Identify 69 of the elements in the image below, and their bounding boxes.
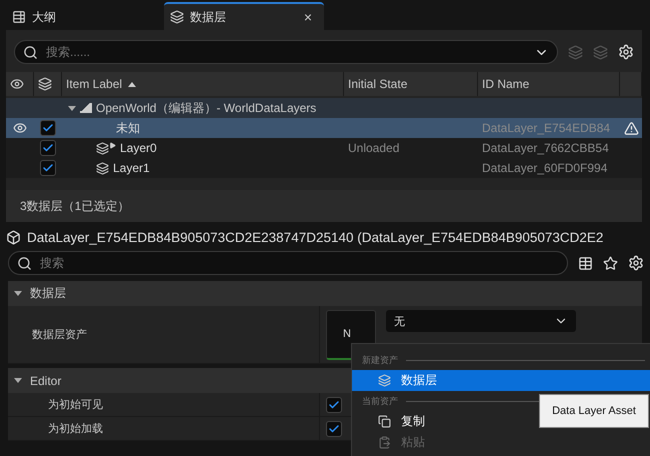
layers-icon bbox=[38, 77, 52, 91]
column-header[interactable]: Initial State bbox=[344, 72, 478, 96]
search-bar[interactable]: 搜索 bbox=[8, 251, 568, 275]
row-label: Layer1 bbox=[113, 161, 150, 175]
layer-row[interactable]: Layer1 DataLayer_60FD0F994 bbox=[6, 158, 642, 178]
paste-icon bbox=[378, 436, 391, 449]
check-icon bbox=[328, 398, 340, 410]
checkbox[interactable] bbox=[40, 120, 56, 136]
check-icon bbox=[42, 122, 54, 134]
warning-icon bbox=[624, 120, 638, 136]
world-row[interactable]: OpenWorld（编辑器）- WorldDataLayers bbox=[6, 98, 642, 118]
menu-item[interactable]: 复制 bbox=[352, 411, 431, 432]
sort-arrow-icon bbox=[128, 82, 136, 86]
check-icon bbox=[42, 162, 54, 174]
category-header[interactable]: 数据层 bbox=[8, 281, 642, 306]
menu-item[interactable]: 数据层 bbox=[352, 370, 650, 391]
checkbox[interactable] bbox=[40, 160, 56, 176]
initial-state: Unloaded bbox=[348, 141, 400, 155]
search-input[interactable]: 搜索...... bbox=[44, 44, 528, 60]
property-label: 数据层资产 bbox=[8, 306, 320, 363]
section-header: 当前资产 bbox=[362, 394, 398, 408]
row-label: Layer0 bbox=[120, 141, 157, 155]
column-header[interactable]: Item Label bbox=[62, 72, 344, 96]
add-layer-icon bbox=[568, 44, 583, 60]
asset-dropdown[interactable]: 无 bbox=[386, 310, 576, 332]
id-name: DataLayer_7662CBB54 bbox=[482, 141, 609, 155]
close-button[interactable]: × bbox=[304, 9, 312, 25]
status-text: 3数据层（1已选定） bbox=[6, 190, 642, 222]
settings-icon bbox=[628, 255, 644, 271]
outline-icon bbox=[12, 10, 26, 24]
search-bar[interactable]: 搜索...... bbox=[14, 40, 558, 64]
cube-icon bbox=[6, 230, 21, 245]
row-label: 未知 bbox=[116, 120, 140, 136]
tab[interactable]: 大纲 bbox=[6, 2, 156, 30]
table-icon bbox=[578, 256, 593, 270]
layers-icon bbox=[96, 162, 109, 174]
layers-play-icon bbox=[96, 142, 116, 154]
checkbox[interactable] bbox=[40, 140, 56, 156]
search-icon bbox=[23, 44, 38, 60]
property-label: 为初始可见 bbox=[8, 393, 320, 416]
settings-icon bbox=[618, 44, 634, 60]
tooltip: Data Layer Asset bbox=[539, 394, 649, 428]
checkbox[interactable] bbox=[326, 396, 342, 412]
search-icon bbox=[17, 256, 32, 270]
star-icon bbox=[603, 256, 618, 270]
category-label: Editor bbox=[30, 374, 62, 388]
eye-icon bbox=[10, 77, 24, 91]
layer-row[interactable]: Layer0 Unloaded DataLayer_7662CBB54 bbox=[6, 138, 642, 158]
tab[interactable]: 数据层 × bbox=[164, 2, 324, 30]
eye-icon bbox=[13, 121, 27, 135]
property-label: 为初始加载 bbox=[8, 417, 320, 440]
row-label: OpenWorld（编辑器）- WorldDataLayers bbox=[96, 100, 316, 116]
id-name: DataLayer_E754EDB84 bbox=[482, 121, 610, 135]
check-icon bbox=[42, 142, 54, 154]
layers-icon bbox=[378, 374, 391, 387]
details-title: DataLayer_E754EDB84B905073CD2E238747D25140 (DataLayer_E754EDB84B905073CD2E2 bbox=[27, 230, 604, 245]
layer-row[interactable]: 未知 DataLayer_E754EDB84 bbox=[6, 118, 642, 138]
layers-icon bbox=[170, 10, 184, 24]
expand-arrow-icon[interactable] bbox=[14, 291, 22, 296]
search-input[interactable]: 搜索 bbox=[38, 255, 559, 271]
category-label: 数据层 bbox=[30, 285, 66, 302]
remove-layer-icon bbox=[593, 44, 608, 60]
check-icon bbox=[328, 422, 340, 434]
expand-arrow-icon[interactable] bbox=[68, 106, 76, 110]
id-name: DataLayer_60FD0F994 bbox=[482, 161, 608, 175]
expand-arrow-icon[interactable] bbox=[14, 378, 22, 383]
checkbox[interactable] bbox=[326, 420, 342, 436]
copy-icon bbox=[378, 415, 391, 428]
column-header[interactable]: ID Name bbox=[478, 72, 620, 96]
